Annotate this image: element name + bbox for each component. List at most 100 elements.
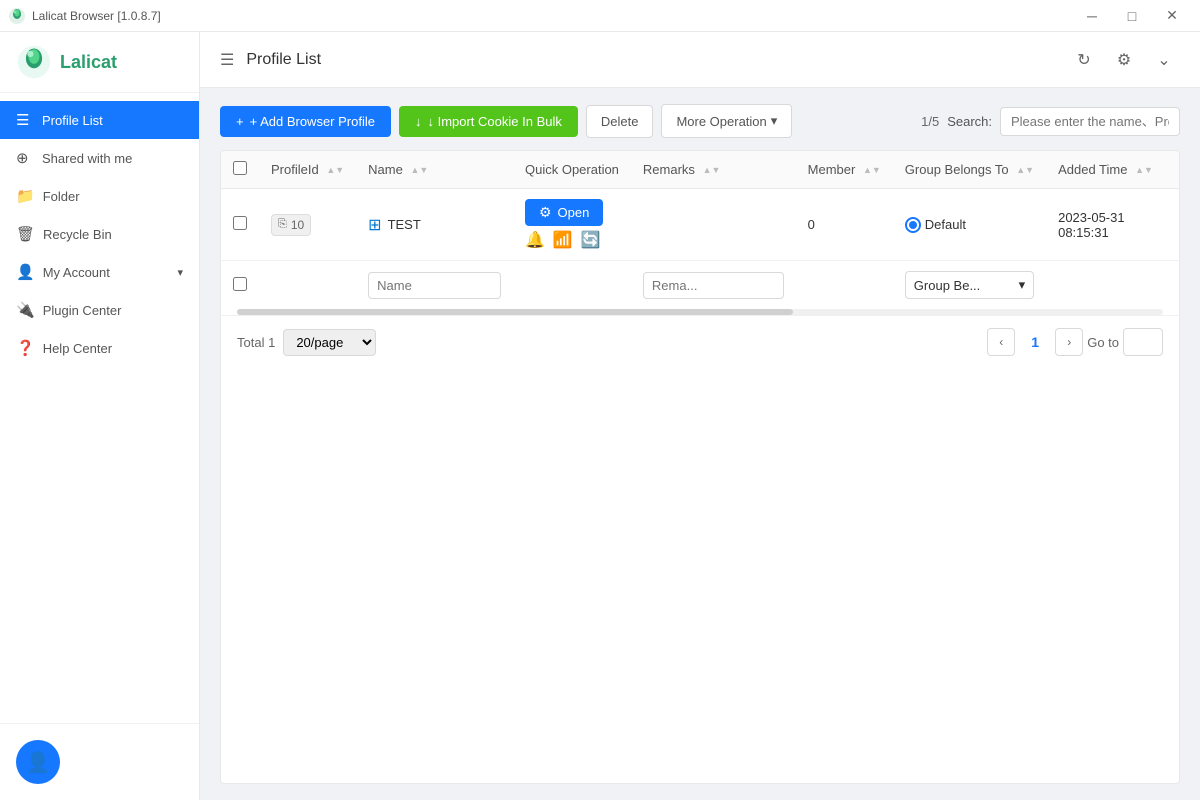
logo-icon (16, 44, 52, 80)
table-row: ⎘ 10 ⊞ TEST (221, 189, 1179, 261)
radio-button (905, 217, 921, 233)
support-button[interactable]: 👤 (16, 740, 60, 784)
delete-button[interactable]: Delete (586, 105, 654, 138)
windows-icon: ⊞ (368, 215, 381, 235)
sidebar-item-label: Help Center (43, 341, 112, 356)
sidebar-item-label: My Account (43, 265, 110, 280)
sidebar-footer: 👤 (0, 723, 199, 800)
next-page-button[interactable]: › (1055, 328, 1083, 356)
total-count: Total 1 (237, 335, 275, 350)
dropdown-icon: ▾ (1019, 277, 1026, 293)
import-cookie-button[interactable]: ↓ ↓ Import Cookie In Bulk (399, 106, 578, 137)
download-icon: ↓ (415, 114, 422, 129)
add-browser-profile-label: + Add Browser Profile (250, 114, 375, 129)
table-body: ⎘ 10 ⊞ TEST (221, 189, 1179, 310)
quick-operation-header: Quick Operation (513, 151, 631, 189)
list-icon: ☰ (16, 111, 34, 129)
quick-operations: ⚙ Open 🔔 📶 🔄 (525, 199, 619, 250)
gear-icon: ⚙ (1117, 50, 1131, 70)
prev-page-button[interactable]: ‹ (987, 328, 1015, 356)
new-remarks-input[interactable] (643, 272, 784, 299)
sidebar-item-label: Plugin Center (43, 303, 122, 318)
more-operation-button[interactable]: More Operation ▾ (661, 104, 792, 138)
bell-icon[interactable]: 🔔 (525, 230, 545, 250)
sort-icon[interactable]: ▲▼ (1135, 166, 1153, 175)
sidebar-logo: Lalicat (0, 32, 199, 93)
sidebar-item-shared-with-me[interactable]: ⊕ Shared with me (0, 139, 199, 177)
window-controls: ─ □ ✕ (1072, 0, 1192, 32)
help-icon: ❓ (16, 339, 35, 357)
close-button[interactable]: ✕ (1152, 0, 1192, 32)
toolbar: + + Add Browser Profile ↓ ↓ Import Cooki… (220, 104, 1180, 138)
sidebar-item-plugin-center[interactable]: 🔌 Plugin Center (0, 291, 199, 329)
plus-icon: + (236, 114, 244, 129)
settings-button[interactable]: ⚙ (1108, 44, 1140, 76)
name-label: Name (368, 162, 403, 177)
profile-table-container: ProfileId ▲▼ Name ▲▼ Quick Operation (220, 150, 1180, 784)
table-header: ProfileId ▲▼ Name ▲▼ Quick Operation (221, 151, 1179, 189)
new-row-check-cell (221, 261, 259, 310)
add-browser-profile-button[interactable]: + + Add Browser Profile (220, 106, 391, 137)
expand-button[interactable]: ⌄ (1148, 44, 1180, 76)
new-time-cell (1046, 261, 1179, 310)
refresh-button[interactable]: ↻ (1068, 44, 1100, 76)
search-input[interactable] (1000, 107, 1180, 136)
sidebar-item-recycle-bin[interactable]: 🗑 Recycle Bin (0, 215, 199, 253)
name-header: Name ▲▼ (356, 151, 513, 189)
select-all-checkbox[interactable] (233, 161, 247, 175)
sort-icon[interactable]: ▲▼ (863, 166, 881, 175)
profile-table: ProfileId ▲▼ Name ▲▼ Quick Operation (221, 151, 1179, 309)
prev-icon: ‹ (999, 335, 1003, 349)
wifi-icon[interactable]: 📶 (553, 230, 573, 250)
chevron-down-icon: ⌄ (1157, 50, 1170, 70)
remarks-cell (631, 189, 796, 261)
sidebar-item-label: Profile List (42, 113, 103, 128)
search-label: Search: (947, 114, 992, 129)
page-size-select[interactable]: 20/page 50/page 100/page (283, 329, 376, 356)
profileid-cell: ⎘ 10 (259, 189, 356, 261)
new-remarks-cell (631, 261, 796, 310)
minimize-button[interactable]: ─ (1072, 0, 1112, 32)
new-quick-op-cell (513, 261, 631, 310)
account-icon: 👤 (16, 263, 35, 281)
plugin-icon: 🔌 (16, 301, 35, 319)
profile-name: ⊞ TEST (368, 215, 501, 235)
sidebar-item-folder[interactable]: 📁 Folder (0, 177, 199, 215)
group-belongs-header: Group Belongs To ▲▼ (893, 151, 1046, 189)
new-row-checkbox[interactable] (233, 277, 247, 291)
open-button[interactable]: ⚙ Open (525, 199, 603, 226)
sort-icon[interactable]: ▲▼ (410, 166, 428, 175)
added-time-header: Added Time ▲▼ (1046, 151, 1179, 189)
recycle-icon: 🗑 (16, 225, 35, 243)
sort-icon[interactable]: ▲▼ (703, 166, 721, 175)
support-icon: 👤 (26, 750, 51, 775)
maximize-button[interactable]: □ (1112, 0, 1152, 32)
profileid-header: ProfileId ▲▼ (259, 151, 356, 189)
chevron-down-icon: ▾ (177, 266, 183, 279)
sync-icon[interactable]: 🔄 (581, 230, 601, 250)
group-value: Default (925, 217, 966, 232)
member-value: 0 (808, 217, 815, 232)
group-select[interactable]: Group Be... ▾ (905, 271, 1034, 299)
sidebar-item-my-account[interactable]: 👤 My Account ▾ (0, 253, 199, 291)
dropdown-arrow-icon: ▾ (771, 113, 778, 129)
goto-label: Go to (1087, 335, 1119, 350)
added-time-label: Added Time (1058, 162, 1127, 177)
app-title: Lalicat Browser [1.0.8.7] (32, 9, 161, 23)
next-icon: › (1067, 335, 1071, 349)
sidebar-item-profile-list[interactable]: ☰ Profile List (0, 101, 199, 139)
logo-text: Lalicat (60, 52, 117, 73)
open-icon: ⚙ (539, 204, 552, 221)
goto-input[interactable]: 1 (1123, 328, 1163, 356)
new-name-input[interactable] (368, 272, 501, 299)
member-cell: 0 (796, 189, 893, 261)
sidebar-item-help-center[interactable]: ❓ Help Center (0, 329, 199, 367)
sort-icon[interactable]: ▲▼ (1016, 166, 1034, 175)
sort-icon[interactable]: ▲▼ (326, 166, 344, 175)
content-area: + + Add Browser Profile ↓ ↓ Import Cooki… (200, 88, 1200, 800)
group-cell: Default (893, 189, 1046, 261)
group-belongs-label: Group Belongs To (905, 162, 1009, 177)
quick-operation-label: Quick Operation (525, 162, 619, 177)
page-title: Profile List (246, 51, 1056, 69)
row-checkbox[interactable] (233, 216, 247, 230)
